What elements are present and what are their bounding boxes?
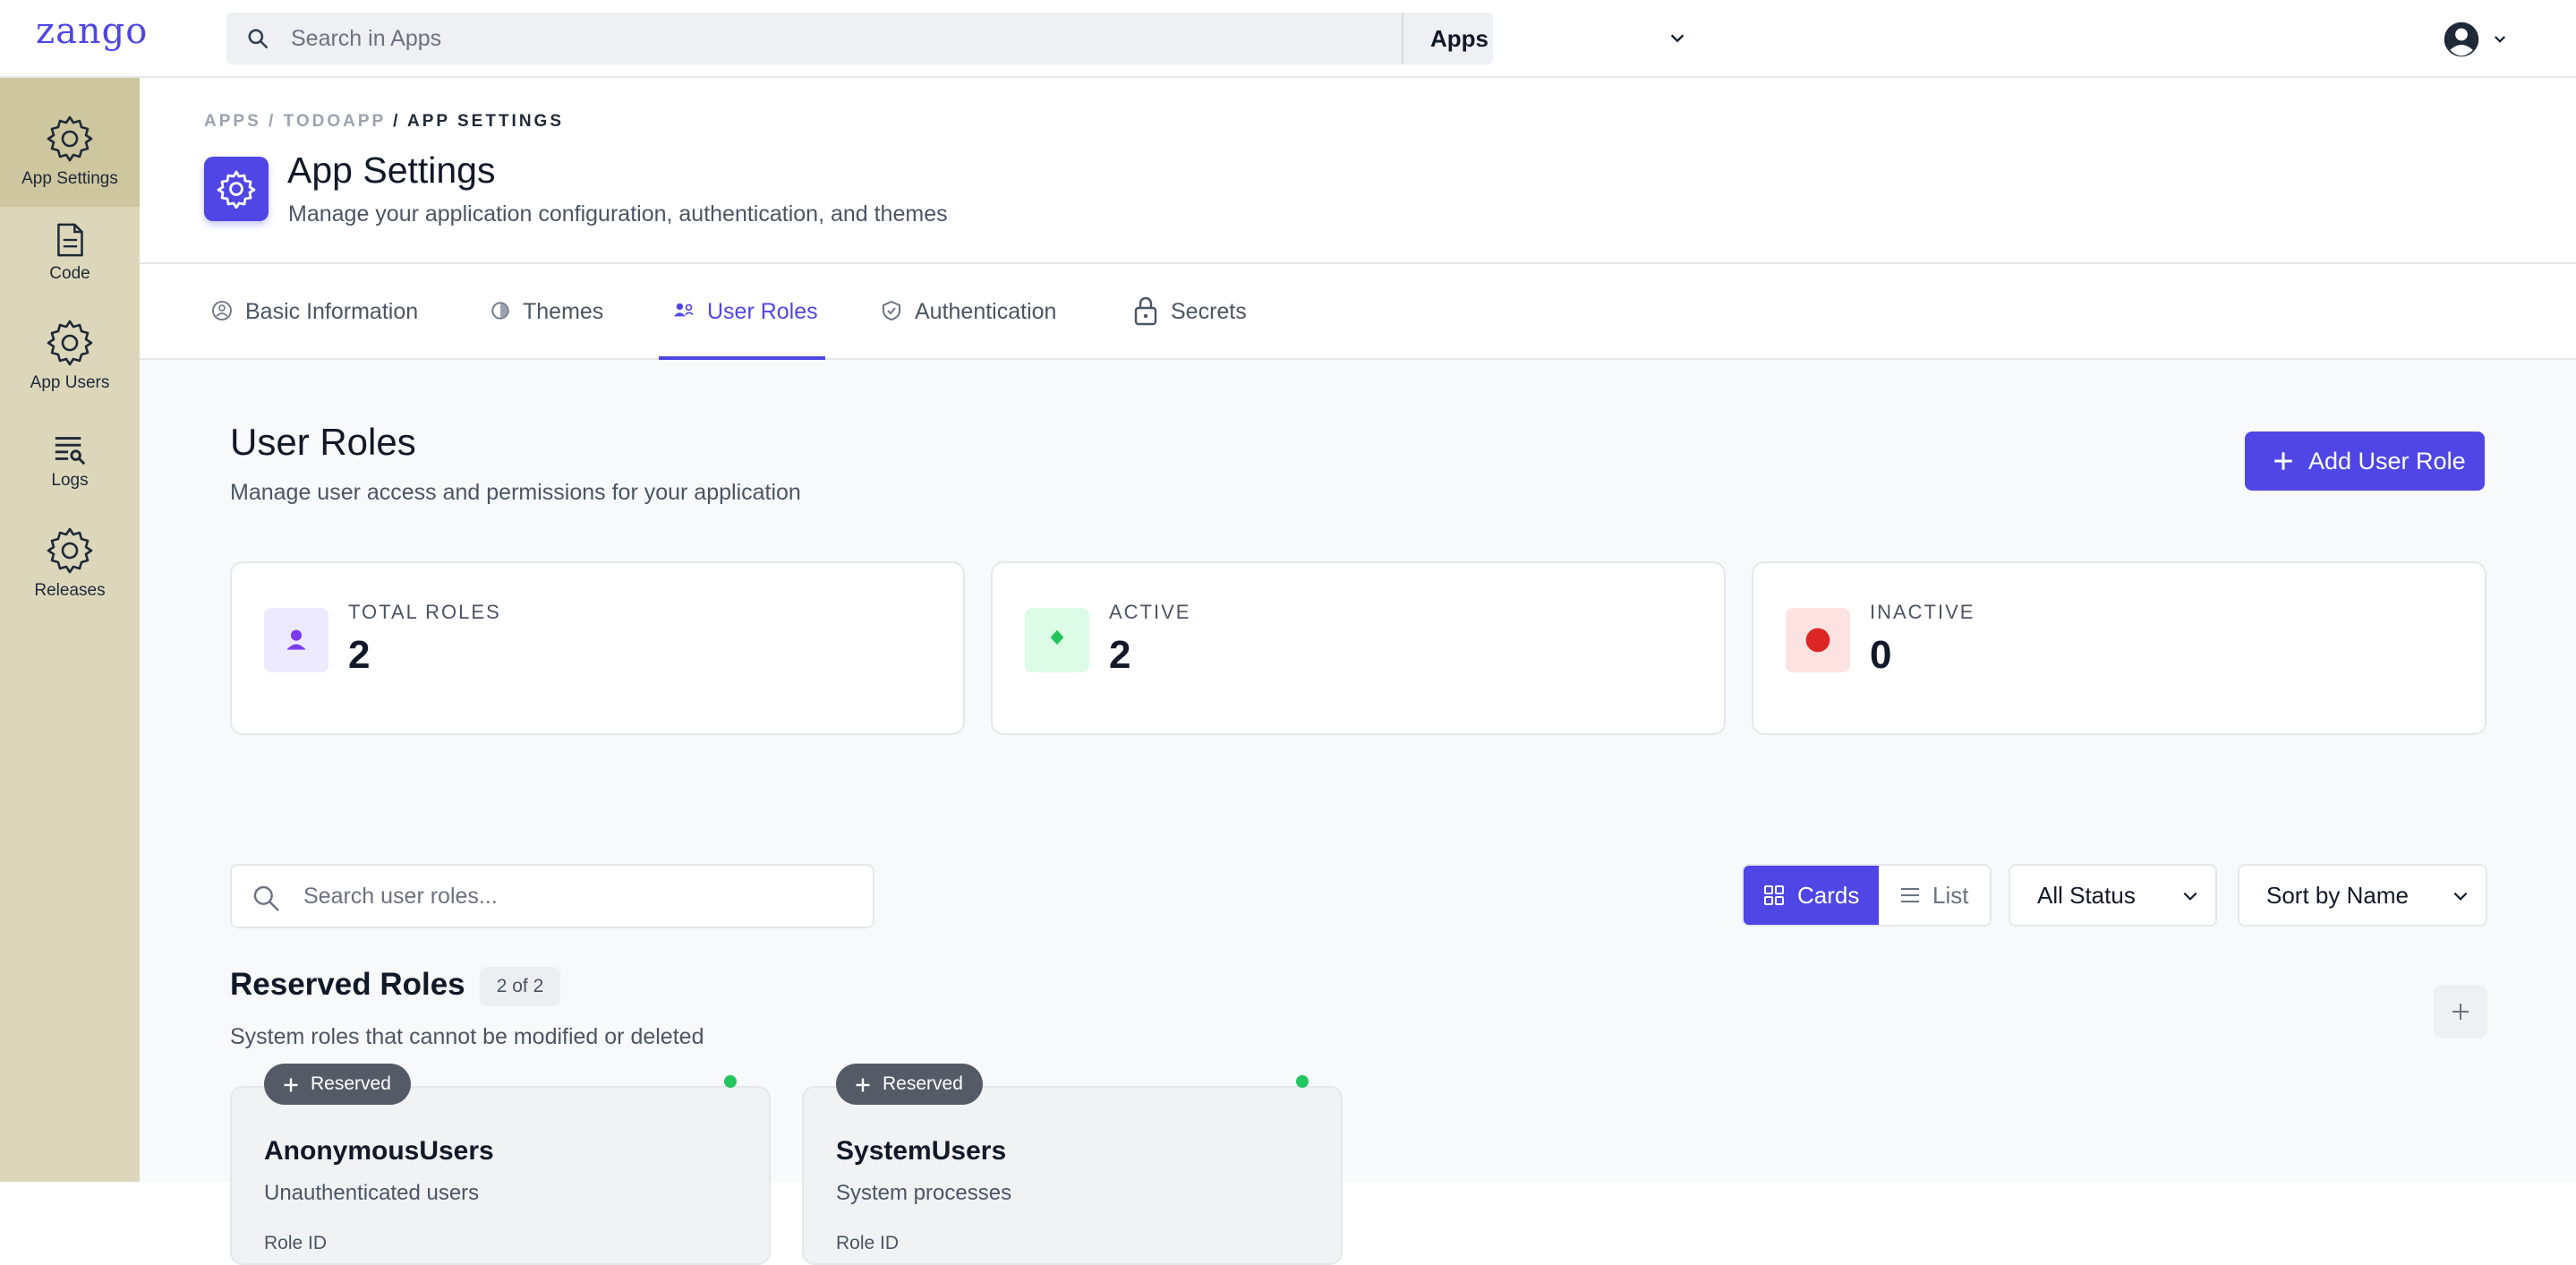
breadcrumb-apps[interactable]: APPS (204, 112, 261, 131)
top-bar: zango Search in Apps Apps (0, 0, 2576, 78)
plus-icon (2274, 452, 2292, 470)
sidebar-item-label: App Settings (21, 169, 118, 188)
file-icon (57, 223, 83, 257)
sidebar-item-code[interactable]: Code (0, 221, 140, 311)
sidebar-item-releases[interactable]: Releases (0, 526, 140, 624)
shield-icon (883, 301, 900, 321)
lock-icon (1134, 297, 1157, 326)
user-roles-icon (674, 303, 694, 317)
status-filter-select[interactable]: All Status (2009, 864, 2217, 927)
red-dot-icon (1805, 628, 1830, 653)
chevron-down-icon (2183, 892, 2197, 901)
role-card[interactable]: Reserved SystemUsers System processes Ro… (802, 1064, 1343, 1265)
user-menu[interactable] (2442, 18, 2505, 61)
sort-select[interactable]: Sort by Name (2238, 864, 2487, 927)
reserved-badge: Reserved (836, 1064, 983, 1105)
role-card[interactable]: Reserved AnonymousUsers Unauthenticated … (230, 1064, 771, 1265)
plus-icon (284, 1078, 298, 1092)
stat-icon-box (1025, 608, 1089, 672)
sidebar-item-label: Code (49, 264, 90, 283)
breadcrumb-todoapp[interactable]: TODOAPP (284, 112, 386, 131)
gear-icon (217, 170, 256, 209)
list-view-button[interactable]: List (1879, 866, 1990, 925)
reserved-roles-title: Reserved Roles (230, 967, 465, 1002)
stat-card-total: TOTAL ROLES 2 (230, 561, 965, 735)
sidebar-item-logs[interactable]: Logs (0, 432, 140, 521)
chevron-down-icon (2495, 36, 2505, 43)
role-description: Unauthenticated users (264, 1181, 480, 1205)
page-title: App Settings (287, 150, 496, 191)
tab-themes[interactable]: Themes (490, 264, 603, 360)
stat-value: 0 (1870, 633, 1892, 677)
tab-secrets[interactable]: Secrets (1133, 264, 1247, 360)
gear-icon (47, 320, 93, 366)
palette-icon (491, 302, 509, 321)
stat-label: INACTIVE (1870, 601, 1975, 623)
logs-icon (55, 437, 86, 466)
role-description: System processes (836, 1181, 1012, 1205)
sidebar-item-app-users[interactable]: App Users (0, 318, 140, 416)
main-area: APPS / TODOAPP / APP SETTINGS App Settin… (140, 78, 2576, 1265)
page-header: APPS / TODOAPP / APP SETTINGS App Settin… (140, 78, 2576, 264)
list-icon (1901, 888, 1919, 902)
cards-view-button[interactable]: Cards (1744, 866, 1879, 925)
tab-authentication[interactable]: Authentication (881, 264, 1056, 360)
zango-logo[interactable]: zango (36, 11, 148, 52)
active-status-dot (724, 1075, 737, 1088)
settings-tabs: Basic Information Themes User Roles Auth… (140, 264, 2576, 360)
stat-icon-box (1786, 608, 1850, 672)
stat-card-active: ACTIVE 2 (991, 561, 1726, 735)
role-id-label: Role ID (264, 1233, 328, 1253)
plus-icon (2452, 1004, 2469, 1020)
plus-icon (856, 1078, 870, 1092)
role-search-field[interactable]: Search user roles... (230, 864, 874, 928)
section-subtitle: Manage user access and permissions for y… (230, 480, 801, 505)
user-icon (286, 629, 306, 650)
apps-dropdown-label: Apps (1430, 25, 1488, 52)
sidebar: App Settings Code App Users Logs Release… (0, 78, 140, 1182)
add-user-role-button[interactable]: Add User Role (2245, 432, 2485, 491)
apps-dropdown[interactable]: Apps (1402, 13, 1719, 64)
stat-card-inactive: INACTIVE 0 (1752, 561, 2486, 735)
sidebar-item-app-settings[interactable]: App Settings (0, 78, 140, 207)
sidebar-item-label: Logs (51, 471, 89, 490)
active-status-dot (1296, 1075, 1309, 1088)
role-id-label: Role ID (836, 1233, 900, 1253)
role-name: AnonymousUsers (264, 1136, 494, 1166)
breadcrumb-current: APP SETTINGS (407, 112, 565, 131)
role-search-input[interactable]: Search user roles... (303, 866, 498, 927)
expand-button[interactable] (2434, 985, 2487, 1038)
stat-value: 2 (1109, 633, 1131, 677)
reserved-badge: Reserved (264, 1064, 411, 1105)
user-avatar-icon (2444, 21, 2479, 57)
reserved-roles-subtitle: System roles that cannot be modified or … (230, 1024, 704, 1049)
breadcrumb: APPS / TODOAPP / APP SETTINGS (204, 112, 565, 131)
stat-value: 2 (348, 633, 371, 677)
tab-user-roles[interactable]: User Roles (659, 264, 825, 360)
tab-basic-information[interactable]: Basic Information (211, 264, 418, 360)
chevron-down-icon (1670, 34, 1685, 43)
sidebar-item-label: Releases (34, 581, 106, 600)
page-subtitle: Manage your application configuration, a… (288, 201, 948, 227)
settings-badge (204, 157, 269, 221)
stat-icon-box (264, 608, 328, 672)
app-search-bar[interactable]: Search in Apps Apps (226, 13, 1685, 64)
grid-icon (1764, 885, 1784, 905)
section-title: User Roles (230, 421, 416, 463)
search-icon (248, 29, 269, 49)
gear-icon (47, 115, 93, 162)
user-roles-content: User Roles Manage user access and permis… (140, 360, 2576, 1265)
gear-icon (47, 527, 93, 574)
stat-label: TOTAL ROLES (348, 601, 501, 623)
role-name: SystemUsers (836, 1136, 1007, 1166)
info-circle-icon (212, 301, 232, 321)
stat-label: ACTIVE (1109, 601, 1191, 623)
view-toggle: Cards List (1742, 864, 1992, 927)
reserved-count-badge: 2 of 2 (480, 967, 560, 1006)
search-icon (253, 885, 279, 911)
sidebar-item-label: App Users (30, 373, 110, 392)
chevron-down-icon (2453, 892, 2468, 901)
diamond-icon (1050, 629, 1064, 645)
app-search-input[interactable]: Search in Apps (291, 13, 1096, 64)
